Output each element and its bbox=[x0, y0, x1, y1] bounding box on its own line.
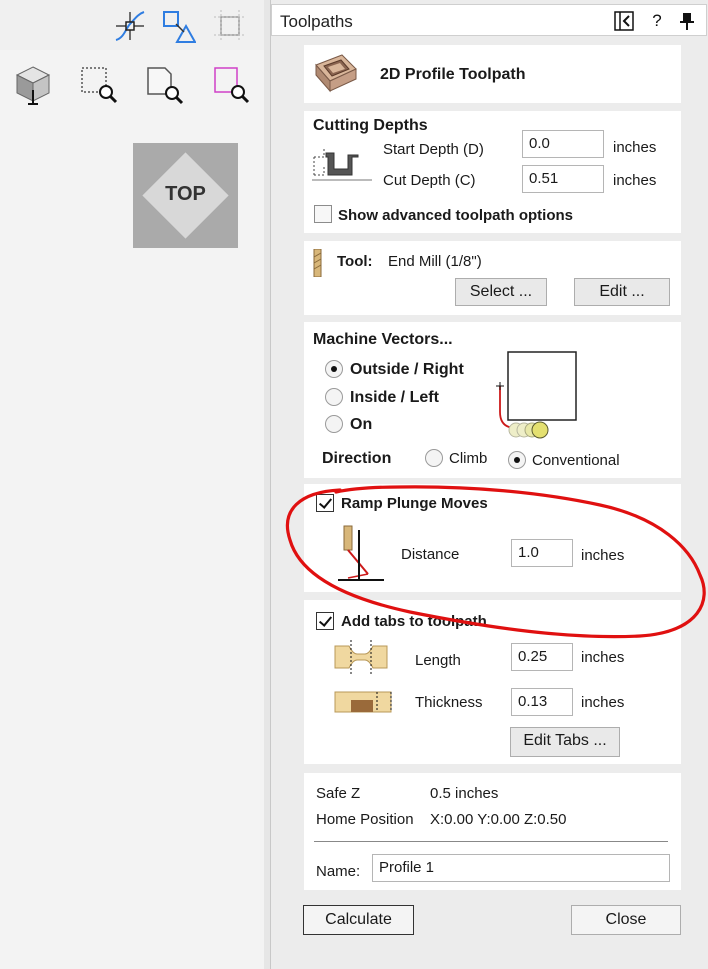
start-depth-unit: inches bbox=[613, 139, 657, 156]
close-button[interactable]: Close bbox=[571, 905, 681, 935]
tab-length-label: Length bbox=[415, 652, 461, 669]
tool-label: Tool: bbox=[337, 253, 373, 270]
safe-z-value: 0.5 inches bbox=[430, 785, 499, 802]
toolpath-name-input[interactable]: Profile 1 bbox=[372, 854, 670, 882]
advanced-options-checkbox[interactable] bbox=[314, 205, 332, 223]
3d-cube-view-icon[interactable] bbox=[14, 64, 51, 105]
toolpath-type-card: 2D Profile Toolpath bbox=[304, 45, 681, 103]
snap-grid-icon[interactable] bbox=[212, 8, 248, 44]
collapse-panel-icon[interactable] bbox=[613, 10, 635, 32]
tab-length-icon bbox=[333, 640, 389, 678]
cutting-depths-card: Cutting Depths Start Depth (D) 0.0 inche… bbox=[304, 111, 681, 233]
on-label: On bbox=[350, 416, 373, 433]
depth-diagram-icon bbox=[312, 147, 376, 187]
calculate-button[interactable]: Calculate bbox=[303, 905, 414, 935]
zoom-material-icon[interactable] bbox=[210, 64, 250, 104]
home-position-label: Home Position bbox=[316, 811, 414, 828]
machine-vectors-card: Machine Vectors... Outside / Right Insid… bbox=[304, 322, 681, 478]
tab-thickness-icon bbox=[333, 688, 395, 720]
select-tool-button[interactable]: Select ... bbox=[455, 278, 547, 306]
zoom-page-icon[interactable] bbox=[143, 64, 184, 105]
snap-objects-icon[interactable] bbox=[160, 8, 197, 44]
radio-conventional[interactable] bbox=[508, 451, 526, 469]
start-depth-label: Start Depth (D) bbox=[383, 141, 484, 158]
help-icon[interactable]: ? bbox=[646, 10, 668, 32]
tab-thickness-unit: inches bbox=[581, 694, 625, 711]
radio-on[interactable] bbox=[325, 415, 343, 433]
cut-depth-input[interactable]: 0.51 bbox=[522, 165, 604, 193]
view-toolbar bbox=[0, 0, 264, 50]
climb-label: Climb bbox=[449, 450, 488, 467]
radio-climb[interactable] bbox=[425, 449, 443, 467]
tab-thickness-input[interactable]: 0.13 bbox=[511, 688, 573, 716]
radio-outside-right[interactable] bbox=[325, 360, 343, 378]
panel-header: Toolpaths ? bbox=[271, 4, 707, 36]
tab-thickness-label: Thickness bbox=[415, 694, 483, 711]
machine-vectors-title: Machine Vectors... bbox=[313, 331, 453, 348]
zoom-selection-icon[interactable] bbox=[78, 64, 118, 104]
toolpaths-panel: Toolpaths ? 2D Profile Toolpath Cutting … bbox=[270, 0, 708, 969]
snap-node-icon[interactable] bbox=[112, 8, 148, 44]
end-mill-icon bbox=[313, 248, 323, 281]
ramp-label: Ramp Plunge Moves bbox=[341, 495, 488, 512]
distance-unit: inches bbox=[581, 547, 625, 564]
advanced-options-label: Show advanced toolpath options bbox=[338, 207, 574, 224]
home-position-value: X:0.00 Y:0.00 Z:0.50 bbox=[430, 811, 567, 828]
ramp-card: Ramp Plunge Moves Distance 1.0 inches bbox=[304, 484, 681, 592]
safe-z-label: Safe Z bbox=[316, 785, 361, 802]
outside-right-label: Outside / Right bbox=[350, 361, 464, 378]
panel-title: Toolpaths bbox=[280, 12, 353, 31]
name-label: Name: bbox=[316, 863, 361, 880]
offset-direction-diagram bbox=[490, 350, 580, 446]
tool-card: Tool: End Mill (1/8") Select ... Edit ..… bbox=[304, 241, 681, 315]
summary-card: Safe Z 0.5 inches Home Position X:0.00 Y… bbox=[304, 773, 681, 890]
conventional-label: Conventional bbox=[532, 452, 620, 469]
tabs-label: Add tabs to toolpath bbox=[341, 613, 487, 630]
profile-toolpath-icon bbox=[312, 51, 360, 101]
start-depth-input[interactable]: 0.0 bbox=[522, 130, 604, 158]
cutting-depths-title: Cutting Depths bbox=[313, 117, 428, 134]
tab-length-unit: inches bbox=[581, 649, 625, 666]
tool-name: End Mill (1/8") bbox=[388, 253, 482, 270]
pin-icon[interactable] bbox=[676, 10, 698, 32]
tab-length-input[interactable]: 0.25 bbox=[511, 643, 573, 671]
toolpath-title: 2D Profile Toolpath bbox=[380, 66, 526, 83]
direction-label: Direction bbox=[322, 450, 392, 467]
tabs-checkbox[interactable] bbox=[316, 612, 334, 630]
orientation-label: TOP bbox=[165, 183, 206, 205]
distance-input[interactable]: 1.0 bbox=[511, 539, 573, 567]
cut-depth-label: Cut Depth (C) bbox=[383, 172, 476, 189]
tabs-card: Add tabs to toolpath Length 0.25 inches … bbox=[304, 600, 681, 764]
edit-tool-button[interactable]: Edit ... bbox=[574, 278, 670, 306]
edit-tabs-button[interactable]: Edit Tabs ... bbox=[510, 727, 620, 757]
view-orientation-badge[interactable]: TOP bbox=[133, 143, 238, 248]
ramp-checkbox[interactable] bbox=[316, 494, 334, 512]
summary-divider bbox=[314, 841, 668, 842]
cut-depth-unit: inches bbox=[613, 172, 657, 189]
ramp-diagram-icon bbox=[334, 524, 386, 588]
inside-left-label: Inside / Left bbox=[350, 389, 439, 406]
distance-label: Distance bbox=[401, 546, 460, 563]
radio-inside-left[interactable] bbox=[325, 388, 343, 406]
